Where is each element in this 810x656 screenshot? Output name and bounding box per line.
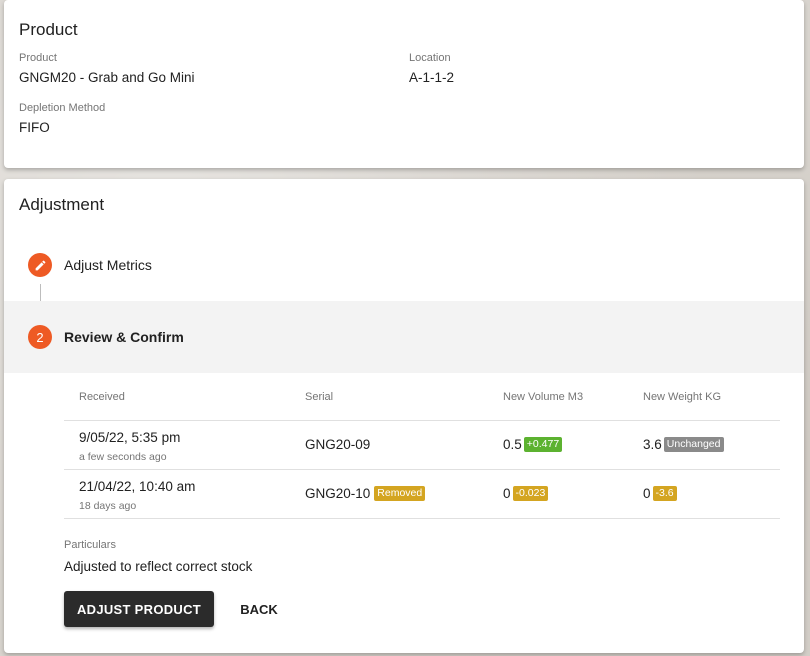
weight-change-badge: -3.6 [652,486,677,501]
product-card: Product Product GNGM20 - Grab and Go Min… [4,0,804,168]
table-row: 9/05/22, 5:35 pm a few seconds ago GNG20… [64,421,780,470]
header-received: Received [79,391,125,403]
received-relative: a few seconds ago [79,451,167,463]
step-label-adjust-metrics: Adjust Metrics [64,257,152,273]
product-label: Product [19,52,57,64]
received-date: 21/04/22, 10:40 am [79,479,196,494]
depletion-field: Depletion Method FIFO [19,102,105,135]
header-volume: New Volume M3 [503,391,584,403]
weight-value: 3.6 [643,437,662,452]
weight-change-badge: Unchanged [663,437,724,452]
header-serial: Serial [305,391,334,403]
product-value: GNGM20 - Grab and Go Mini [19,70,195,85]
particulars-field: Particulars Adjusted to reflect correct … [64,539,252,574]
review-table: Received Serial New Volume M3 New Weight… [64,375,780,519]
product-field: Product GNGM20 - Grab and Go Mini [19,52,195,85]
adjust-product-button[interactable]: ADJUST PRODUCT [64,591,214,627]
received-date: 9/05/22, 5:35 pm [79,430,181,445]
step-adjust-metrics[interactable]: Adjust Metrics [4,249,804,281]
adjustment-card-title: Adjustment [19,195,105,214]
particulars-value: Adjusted to reflect correct stock [64,559,253,574]
product-card-title: Product [19,20,78,39]
serial-value: GNG20-10 [305,486,371,501]
removed-badge: Removed [374,486,426,501]
back-button[interactable]: BACK [228,591,290,627]
volume-change-badge: -0.023 [512,486,549,501]
particulars-label: Particulars [64,539,116,551]
volume-value: 0.5 [503,437,522,452]
header-weight: New Weight KG [643,391,722,403]
step-number-badge: 2 [28,325,52,349]
location-field: Location A-1-1-2 [409,52,454,85]
table-header: Received Serial New Volume M3 New Weight… [64,375,780,421]
depletion-label: Depletion Method [19,102,106,114]
step-label-review-confirm: Review & Confirm [64,329,184,345]
step-review-confirm[interactable]: 2 Review & Confirm [4,301,804,373]
volume-change-badge: +0.477 [523,437,563,452]
serial-value: GNG20-09 [305,437,371,452]
depletion-value: FIFO [19,120,50,135]
volume-value: 0 [503,486,511,501]
weight-value: 0 [643,486,651,501]
table-row: 21/04/22, 10:40 am 18 days ago GNG20-10 … [64,470,780,519]
location-value: A-1-1-2 [409,70,455,85]
received-relative: 18 days ago [79,500,137,512]
pencil-icon [28,253,52,277]
location-label: Location [409,52,451,64]
adjustment-card: Adjustment Adjust Metrics 2 Review & Con… [4,179,804,653]
